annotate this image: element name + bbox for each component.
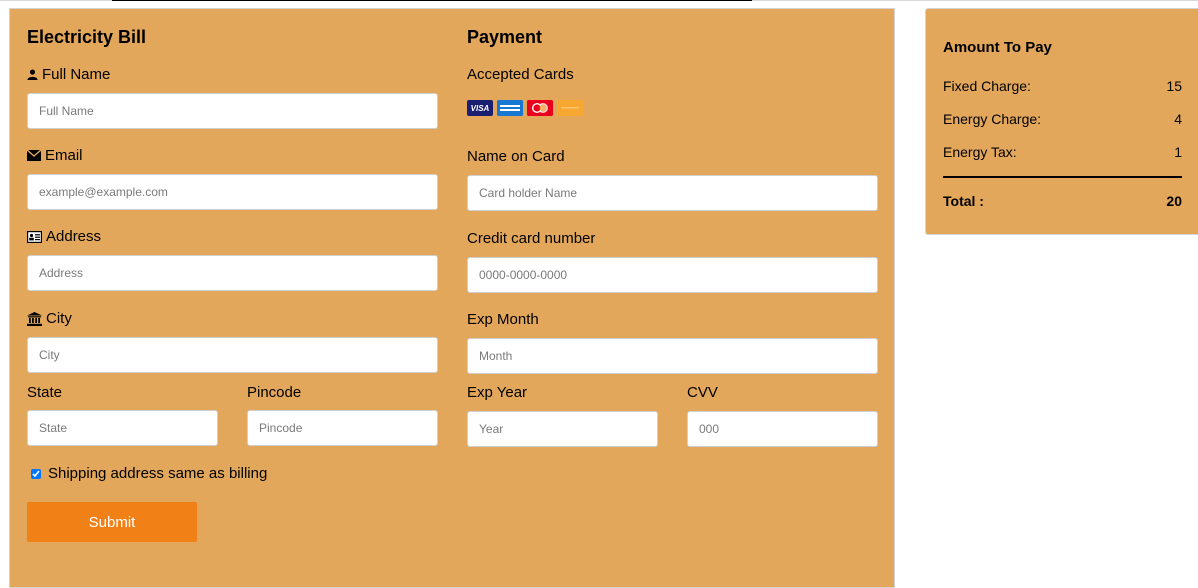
address-label-text: Address	[46, 228, 102, 245]
full-name-label-text: Full Name	[42, 66, 111, 83]
city-input[interactable]	[27, 337, 438, 373]
email-label: Email	[27, 147, 83, 164]
summary-total-row: Total : 20	[943, 193, 1182, 209]
summary-row-energy: Energy Charge: 4	[943, 111, 1182, 127]
summary-row-label: Energy Tax:	[943, 144, 1017, 160]
cvv-label: CVV	[687, 384, 718, 401]
summary-row-value: 1	[1174, 144, 1182, 160]
card-number-input[interactable]	[467, 257, 878, 293]
bill-form-panel: Electricity Bill Full Name Email Address…	[9, 8, 895, 588]
header-divider	[112, 0, 752, 1]
full-name-input[interactable]	[27, 93, 438, 129]
summary-total-value: 20	[1166, 193, 1182, 209]
accepted-cards: VISA	[467, 100, 583, 116]
city-label: City	[27, 310, 72, 327]
amount-summary-panel: Amount To Pay Fixed Charge: 15 Energy Ch…	[925, 8, 1198, 235]
exp-month-label: Exp Month	[467, 311, 539, 328]
pincode-label: Pincode	[247, 384, 302, 401]
summary-row-fixed: Fixed Charge: 15	[943, 78, 1182, 94]
state-label: State	[27, 384, 63, 401]
exp-year-input[interactable]	[467, 411, 658, 447]
same-address-row: Shipping address same as billing	[31, 465, 267, 482]
address-label: Address	[27, 228, 101, 245]
summary-row-value: 4	[1174, 111, 1182, 127]
address-card-icon	[27, 230, 42, 243]
billing-title: Electricity Bill	[27, 27, 147, 47]
payment-title: Payment	[467, 27, 543, 47]
submit-button[interactable]: Submit	[27, 502, 197, 542]
full-name-label: Full Name	[27, 66, 110, 83]
visa-icon: VISA	[467, 100, 493, 116]
same-address-checkbox[interactable]	[31, 468, 41, 479]
summary-row-value: 15	[1166, 78, 1182, 94]
email-label-text: Email	[45, 147, 83, 164]
envelope-icon	[27, 150, 41, 161]
user-icon	[27, 69, 38, 80]
same-address-label: Shipping address same as billing	[48, 465, 268, 482]
summary-divider	[943, 176, 1182, 178]
state-input[interactable]	[27, 410, 218, 446]
pincode-input[interactable]	[247, 410, 438, 446]
summary-row-tax: Energy Tax: 1	[943, 144, 1182, 160]
summary-row-label: Fixed Charge:	[943, 78, 1031, 94]
mastercard-icon	[527, 100, 553, 116]
exp-year-label: Exp Year	[467, 384, 528, 401]
email-input[interactable]	[27, 174, 438, 210]
bank-icon	[27, 311, 42, 326]
summary-row-label: Energy Charge:	[943, 111, 1042, 127]
amex-icon	[497, 100, 523, 116]
cvv-input[interactable]	[687, 411, 878, 447]
accepted-cards-label: Accepted Cards	[467, 66, 574, 83]
discover-icon	[557, 100, 583, 116]
exp-month-input[interactable]	[467, 338, 878, 374]
city-label-text: City	[46, 310, 72, 327]
summary-total-label: Total :	[943, 193, 984, 209]
name-on-card-input[interactable]	[467, 175, 878, 211]
summary-title: Amount To Pay	[943, 39, 1052, 56]
address-input[interactable]	[27, 255, 438, 291]
card-number-label: Credit card number	[467, 230, 596, 247]
name-on-card-label: Name on Card	[467, 148, 565, 165]
